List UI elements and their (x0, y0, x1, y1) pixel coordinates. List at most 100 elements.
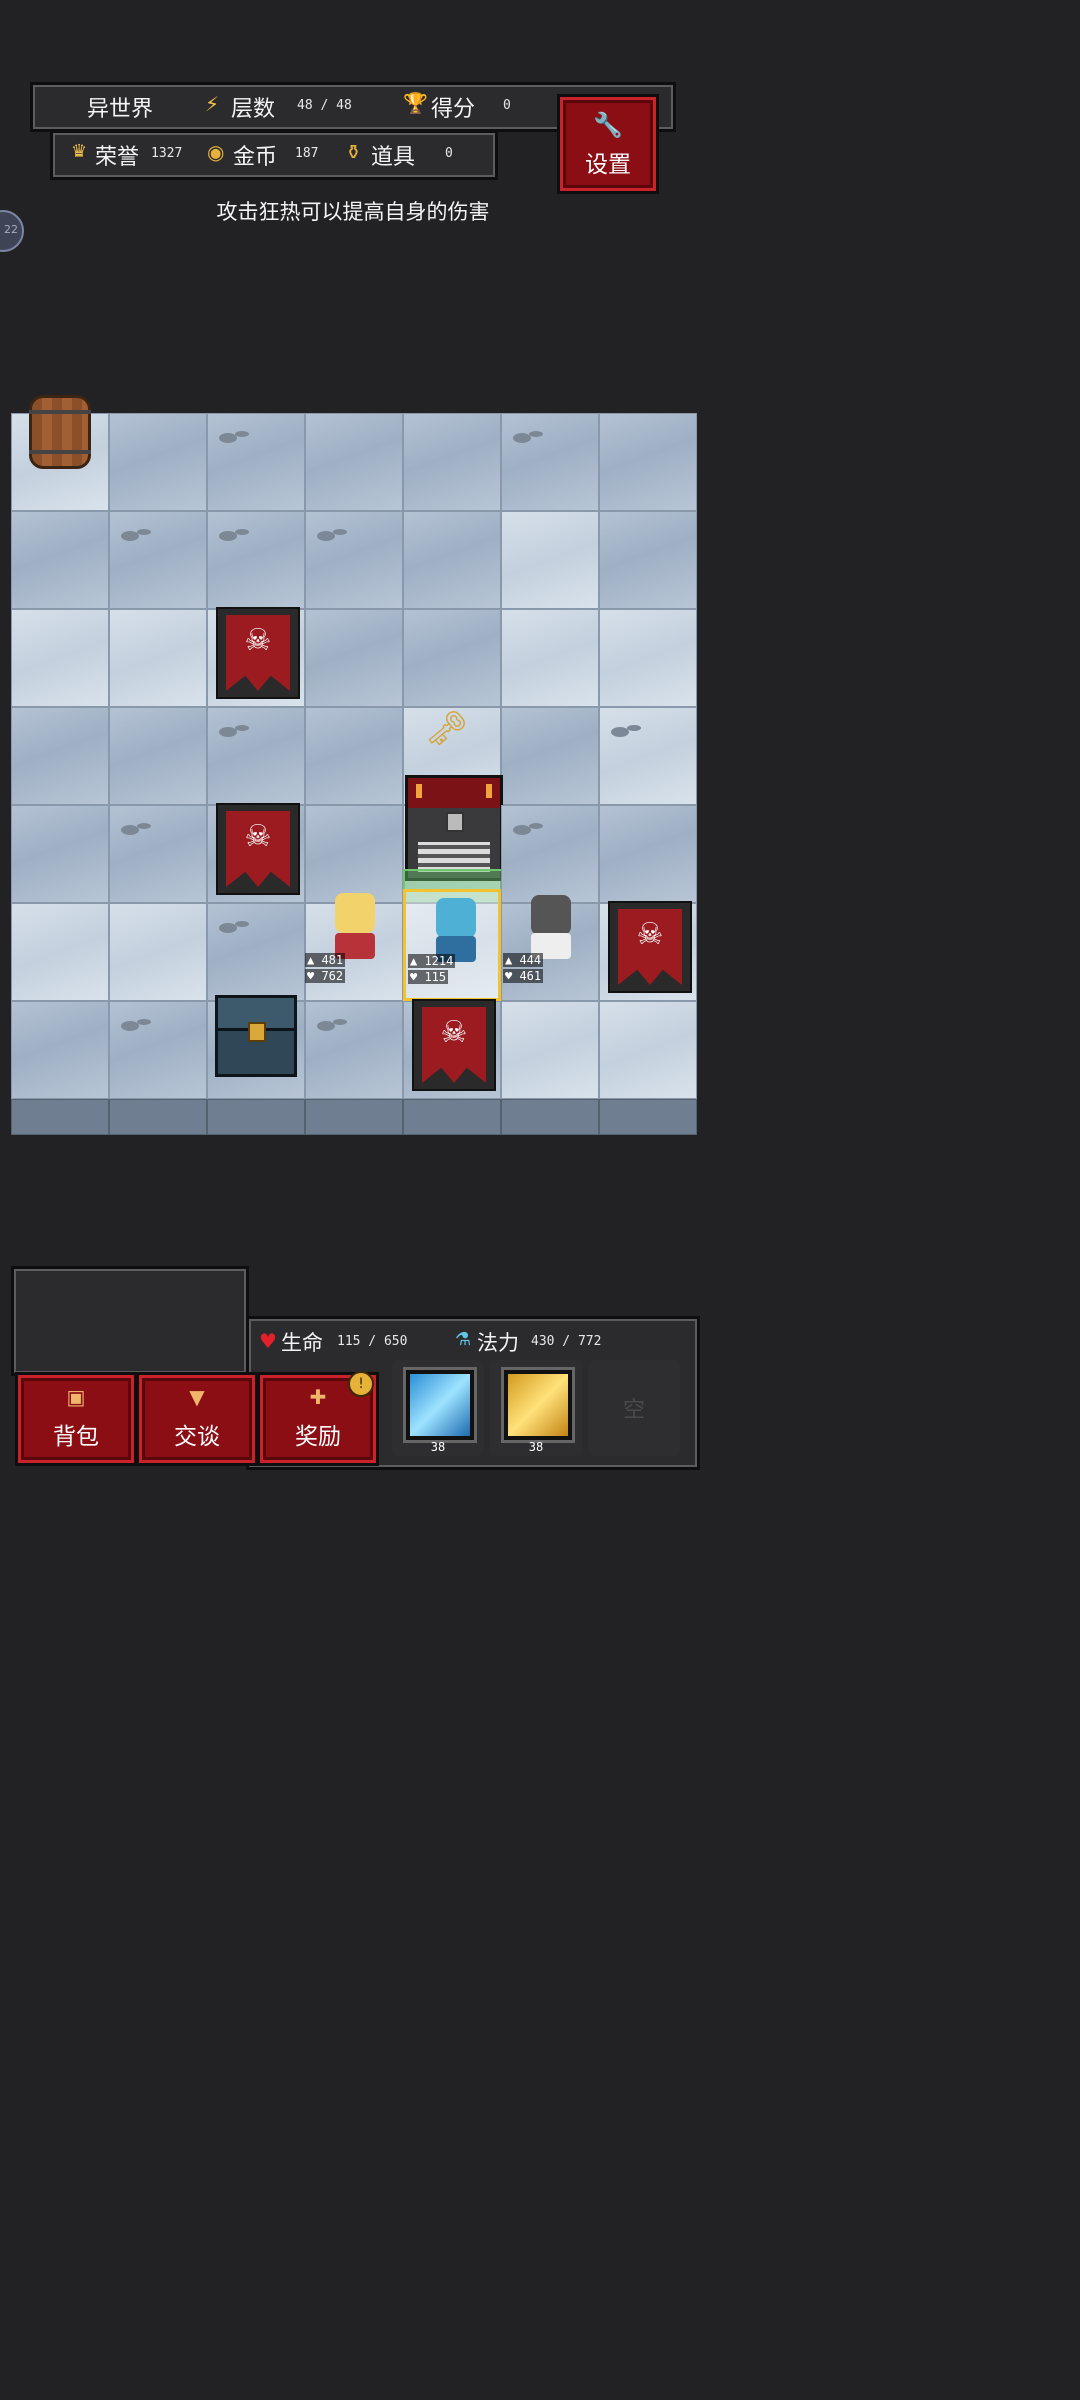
bag-icon: ▣ (66, 1385, 86, 1409)
map-tile[interactable] (599, 511, 697, 609)
honor-label: 荣誉 (95, 145, 140, 170)
map-tile[interactable] (109, 413, 207, 511)
gold-value: 187 (295, 146, 319, 161)
skill-slot-1[interactable]: 38 (392, 1360, 484, 1456)
item-jar-icon: ⚱ (345, 140, 362, 164)
heart-icon: ♥ (259, 1329, 277, 1353)
life-label: 生命 (281, 1331, 323, 1355)
map-tile[interactable]: ▲ 444 ♥ 461 (501, 895, 599, 1001)
talk-button[interactable]: ▼ 交谈 (136, 1372, 258, 1466)
map-tile[interactable] (305, 707, 403, 805)
reward-button[interactable]: ✚ 奖励 ! (257, 1371, 379, 1466)
map-tile[interactable] (599, 1001, 697, 1099)
map-tile[interactable]: ▲ 1214 ♥ 115 (403, 889, 501, 1001)
map-tile[interactable] (109, 903, 207, 1001)
map-tile[interactable]: ☠ (599, 901, 697, 1001)
gold-label: 金币 (233, 145, 278, 170)
map-tile[interactable] (11, 805, 109, 903)
map-tile[interactable] (501, 1001, 599, 1099)
skull-banner-enemy[interactable]: ☠ (216, 803, 300, 895)
map-tile[interactable]: ☠ (207, 803, 305, 903)
ally-unit-left[interactable]: ▲ 481 ♥ 762 (305, 889, 403, 1001)
skill-slot-2[interactable]: 38 (490, 1360, 582, 1456)
pebble-decor (317, 1021, 335, 1031)
mana-label: 法力 (477, 1331, 519, 1355)
settings-button[interactable]: 🔧 设置 (557, 94, 659, 194)
map-tile[interactable] (207, 413, 305, 511)
map-tile[interactable] (109, 805, 207, 903)
speech-bubble-icon: ▼ (189, 1385, 205, 1409)
ally-unit-right[interactable]: ▲ 444 ♥ 461 (501, 889, 599, 1001)
items-value: 0 (445, 146, 453, 161)
map-edge (305, 1099, 403, 1135)
map-tile[interactable] (599, 413, 697, 511)
map-tile[interactable] (599, 805, 697, 903)
skull-icon: ☠ (636, 917, 664, 952)
map-tile[interactable] (403, 413, 501, 511)
map-tile[interactable] (109, 609, 207, 707)
life-value: 115 / 650 (337, 1334, 408, 1349)
lock-icon (446, 812, 464, 832)
map-tile[interactable]: ▲ 481 ♥ 762 (305, 893, 403, 1001)
map-tile[interactable] (11, 511, 109, 609)
map-tile[interactable] (109, 511, 207, 609)
map-tile[interactable] (403, 609, 501, 707)
game-map[interactable]: ☠ 🗝 ☠ ▲ 481 ♥ 762 ▲ 1214 ♥ 115 ▲ 444 ♥ 4… (11, 395, 697, 1135)
map-tile[interactable] (11, 1001, 109, 1099)
trophy-icon: 🏆 (403, 91, 428, 115)
gold-coin-icon: ◉ (207, 140, 225, 164)
atk-stat: ▲ 1214 (408, 954, 456, 968)
map-tile[interactable] (11, 609, 109, 707)
map-tile[interactable] (207, 995, 305, 1099)
locked-gate[interactable] (405, 775, 503, 881)
map-edge (207, 1099, 305, 1135)
hero-unit-selected[interactable]: ▲ 1214 ♥ 115 (403, 889, 501, 1001)
map-tile[interactable] (109, 1001, 207, 1099)
treasure-chest[interactable] (215, 995, 297, 1077)
ally-sprite (335, 893, 375, 933)
map-tile[interactable] (305, 1001, 403, 1099)
barrel-object[interactable] (29, 395, 91, 469)
hp-stat: ♥ 115 (408, 970, 449, 984)
map-tile[interactable] (109, 707, 207, 805)
bag-button[interactable]: ▣ 背包 (15, 1372, 137, 1466)
honor-value: 1327 (151, 146, 183, 161)
world-name: 异世界 (87, 97, 154, 122)
map-tile[interactable] (305, 413, 403, 511)
map-tile[interactable]: ☠ (403, 999, 501, 1099)
map-tile[interactable] (501, 413, 599, 511)
map-tile[interactable] (501, 707, 599, 805)
map-tile[interactable] (207, 903, 305, 1001)
pebble-decor (513, 825, 531, 835)
map-tile[interactable] (11, 707, 109, 805)
wrench-icon: 🔧 (593, 111, 623, 139)
map-tile[interactable] (599, 609, 697, 707)
key-icon[interactable]: 🗝 (425, 709, 468, 749)
map-tile[interactable] (501, 511, 599, 609)
skull-banner-enemy[interactable]: ☠ (216, 607, 300, 699)
map-tile[interactable] (207, 707, 305, 805)
map-tile[interactable] (403, 511, 501, 609)
map-tile[interactable] (599, 707, 697, 805)
pebble-decor (121, 1021, 139, 1031)
map-edge (403, 1099, 501, 1135)
hp-stat: ♥ 461 (503, 969, 544, 983)
map-edge (599, 1099, 697, 1135)
message-box (11, 1266, 249, 1376)
skull-banner-enemy[interactable]: ☠ (412, 999, 496, 1091)
map-tile[interactable] (305, 511, 403, 609)
lightning-icon: ⚡ (205, 92, 220, 116)
skull-banner-enemy[interactable]: ☠ (608, 901, 692, 993)
map-tile[interactable] (207, 511, 305, 609)
lightning-skill-icon (406, 1370, 474, 1440)
pebble-decor (121, 531, 139, 541)
map-edge (11, 1099, 109, 1135)
map-tile[interactable] (305, 609, 403, 707)
map-tile[interactable] (11, 395, 109, 511)
skill-slot-empty[interactable]: 空 (588, 1360, 680, 1456)
score-value: 0 (503, 98, 511, 113)
map-tile[interactable]: ☠ (207, 607, 305, 707)
map-tile[interactable] (501, 609, 599, 707)
map-tile[interactable] (11, 903, 109, 1001)
skull-icon: ☠ (244, 623, 272, 658)
